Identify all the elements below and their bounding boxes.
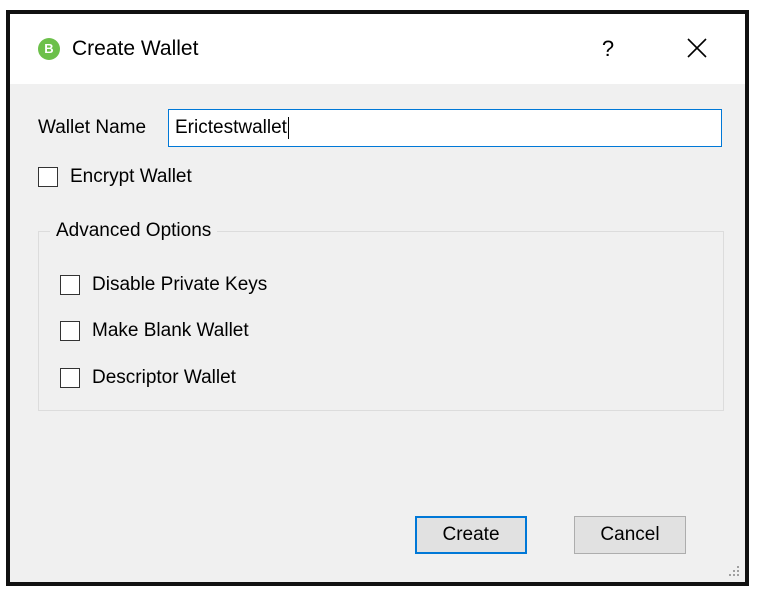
disable-private-keys-row[interactable]: Disable Private Keys [60, 273, 267, 297]
wallet-name-input[interactable]: Erictestwallet [168, 109, 722, 147]
bitcoin-app-icon: B [38, 38, 60, 60]
descriptor-wallet-row[interactable]: Descriptor Wallet [60, 366, 236, 390]
wallet-name-value: Erictestwallet [175, 117, 287, 138]
resize-grip-icon[interactable] [727, 564, 741, 578]
create-button[interactable]: Create [415, 516, 527, 554]
make-blank-wallet-checkbox[interactable] [60, 321, 80, 341]
create-wallet-dialog: B Create Wallet ? Wallet Name Erictestwa… [6, 10, 749, 586]
close-icon [687, 38, 707, 58]
dialog-title: Create Wallet [72, 37, 199, 60]
close-button[interactable] [672, 30, 722, 68]
disable-private-keys-checkbox[interactable] [60, 275, 80, 295]
descriptor-wallet-label: Descriptor Wallet [92, 367, 236, 388]
disable-private-keys-label: Disable Private Keys [92, 274, 268, 295]
make-blank-wallet-row[interactable]: Make Blank Wallet [60, 319, 249, 343]
wallet-name-label: Wallet Name [38, 117, 147, 138]
encrypt-wallet-checkbox-row[interactable]: Encrypt Wallet [38, 165, 192, 189]
descriptor-wallet-checkbox[interactable] [60, 368, 80, 388]
encrypt-wallet-label: Encrypt Wallet [70, 166, 192, 187]
cancel-button[interactable]: Cancel [574, 516, 686, 554]
encrypt-wallet-checkbox[interactable] [38, 167, 58, 187]
help-button[interactable]: ? [588, 32, 628, 66]
advanced-options-title: Advanced Options [50, 219, 218, 243]
title-bar: B Create Wallet ? [10, 14, 745, 84]
make-blank-wallet-label: Make Blank Wallet [92, 320, 249, 341]
text-caret [287, 116, 289, 139]
